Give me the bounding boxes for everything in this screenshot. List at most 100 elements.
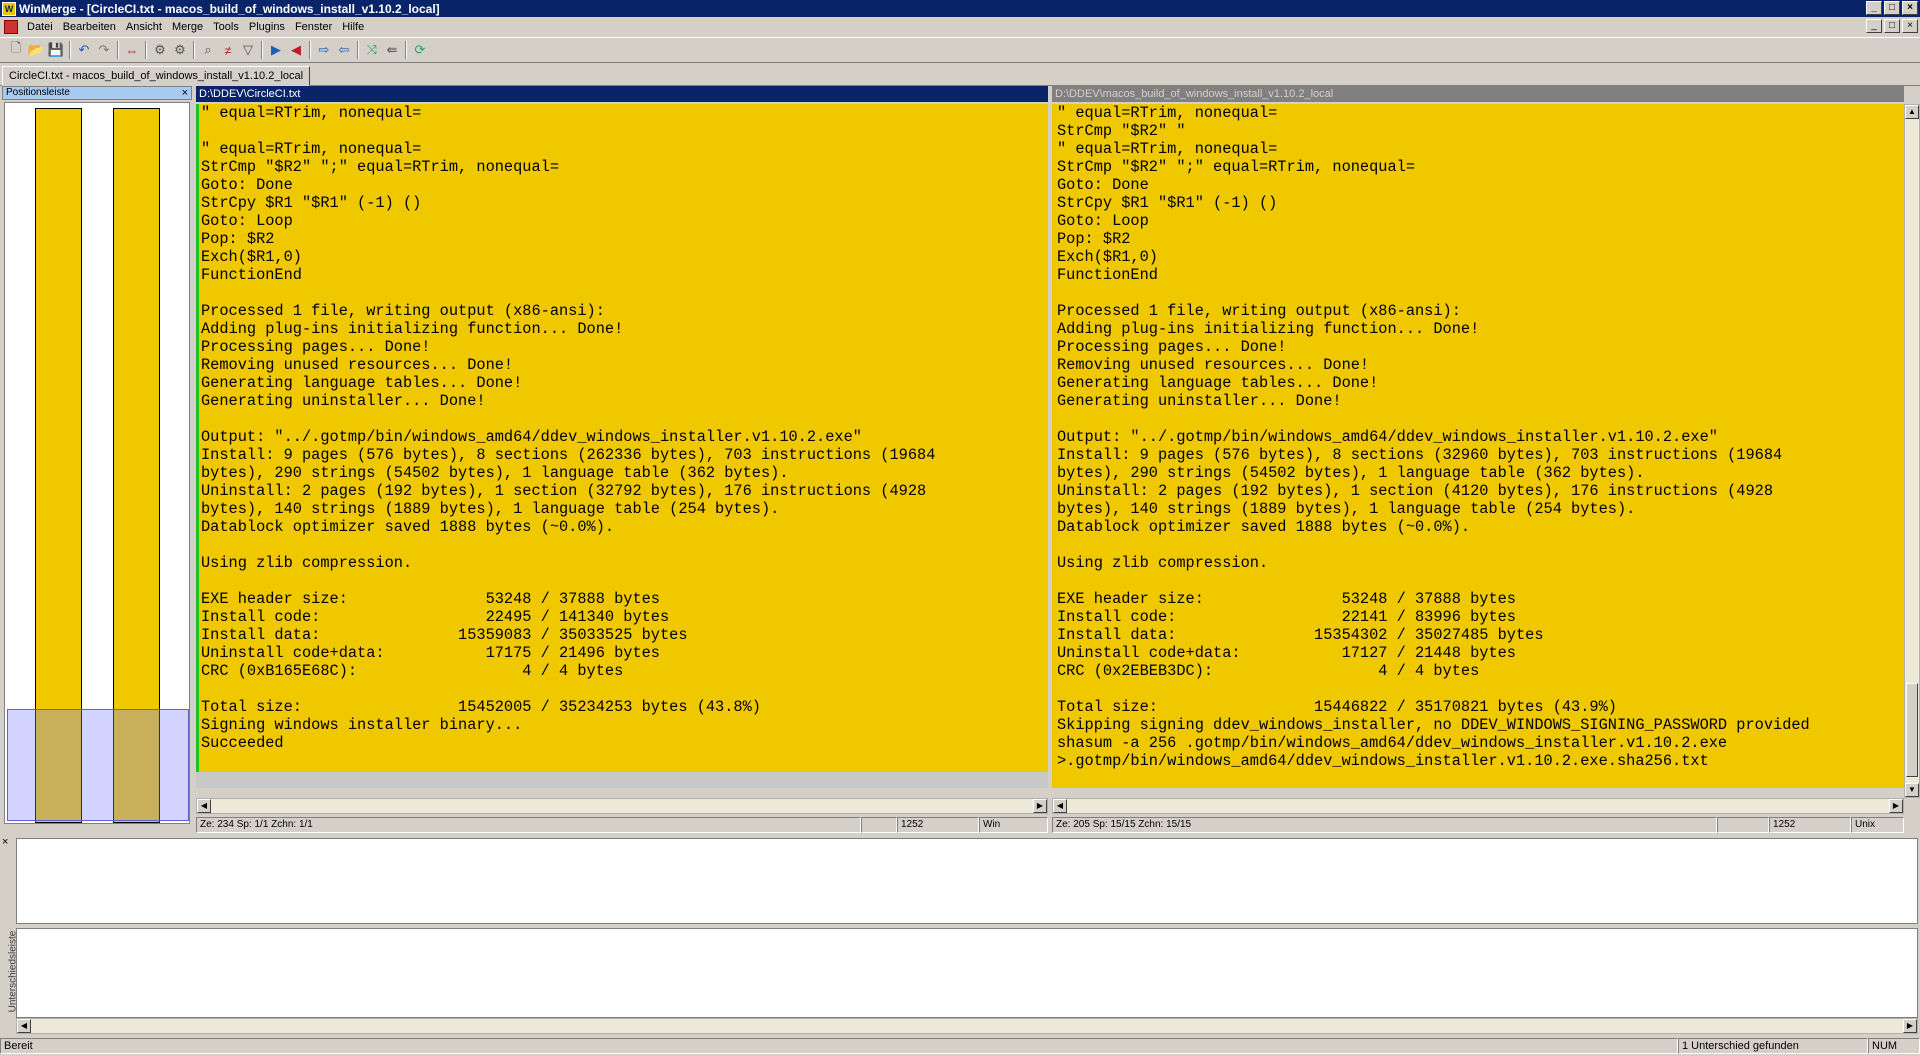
code-line: Install: 9 pages (576 bytes), 8 sections… bbox=[1057, 446, 1783, 464]
menu-plugins[interactable]: Plugins bbox=[244, 21, 290, 33]
code-line: Skipping signing ddev_windows_installer,… bbox=[1057, 716, 1810, 734]
mdi-close-button[interactable]: × bbox=[1902, 19, 1918, 33]
location-bar-area[interactable] bbox=[4, 102, 190, 824]
document-menu-icon[interactable] bbox=[4, 19, 18, 34]
menu-merge[interactable]: Merge bbox=[167, 21, 208, 33]
scroll-left-icon[interactable]: ◀ bbox=[197, 799, 211, 813]
settings-icon[interactable]: ⚙ bbox=[170, 40, 190, 60]
menu-ansicht[interactable]: Ansicht bbox=[121, 21, 167, 33]
diff-pane: × Unterschiedsleiste ◀ ▶ bbox=[0, 836, 1920, 1034]
scroll-down-icon[interactable]: ▼ bbox=[1905, 783, 1919, 797]
code-line: Install data: 15359083 / 35033525 bytes bbox=[201, 626, 688, 644]
code-line: StrCpy $R1 "$R1" (-1) () bbox=[1057, 194, 1278, 212]
code-line: StrCmp "$R2" ";" equal=RTrim, nonequal= bbox=[201, 158, 560, 176]
visible-area-indicator[interactable] bbox=[7, 709, 189, 821]
code-line: Processed 1 file, writing output (x86-an… bbox=[201, 302, 605, 320]
scroll-right-icon[interactable]: ▶ bbox=[1903, 1019, 1917, 1033]
toolbar-separator bbox=[145, 41, 147, 59]
mdi-restore-button[interactable]: □ bbox=[1884, 19, 1900, 33]
code-line: Install code: 22141 / 83996 bytes bbox=[1057, 608, 1516, 626]
refresh-icon[interactable]: ⟳ bbox=[410, 40, 430, 60]
code-line: >.gotmp/bin/windows_amd64/ddev_windows_i… bbox=[1057, 752, 1709, 770]
right-vertical-scrollbar[interactable]: ▲ ▼ bbox=[1904, 104, 1920, 798]
winmerge-app-icon: W bbox=[2, 1, 16, 16]
close-button[interactable]: × bbox=[1902, 1, 1918, 15]
copy-right-icon[interactable]: ⇨ bbox=[314, 40, 334, 60]
code-line: bytes), 290 strings (54502 bytes), 1 lan… bbox=[1057, 464, 1645, 482]
code-line: Goto: Done bbox=[201, 176, 293, 194]
new-icon[interactable]: 🗋 bbox=[6, 40, 26, 60]
open-icon[interactable]: 📂 bbox=[26, 40, 46, 60]
left-eol-type: Win bbox=[979, 817, 1048, 833]
mdi-minimize-button[interactable]: _ bbox=[1866, 19, 1882, 33]
diff-horizontal-scrollbar[interactable]: ◀ ▶ bbox=[16, 1018, 1918, 1034]
right-file-pane[interactable]: " equal=RTrim, nonequal= StrCmp "$R2" " " … bbox=[1052, 104, 1904, 788]
save-icon[interactable]: 💾 bbox=[46, 40, 66, 60]
options-icon[interactable]: ⚙ bbox=[150, 40, 170, 60]
code-line: Uninstall: 2 pages (192 bytes), 1 sectio… bbox=[201, 482, 927, 500]
right-pane-status: Ze: 205 Sp: 15/15 Zchn: 15/15 1252 Unix bbox=[1052, 817, 1904, 833]
right-pane-path: D:\DDEV\macos_build_of_windows_install_v… bbox=[1052, 86, 1904, 102]
copy-left-icon[interactable]: ⇦ bbox=[334, 40, 354, 60]
scroll-thumb[interactable] bbox=[1906, 683, 1918, 777]
scroll-up-icon[interactable]: ▲ bbox=[1905, 105, 1919, 119]
code-line: StrCpy $R1 "$R1" (-1) () bbox=[201, 194, 422, 212]
filter-icon[interactable]: ▽ bbox=[238, 40, 258, 60]
tab-document[interactable]: CircleCI.txt - macos_build_of_windows_in… bbox=[2, 66, 311, 86]
toolbar-separator bbox=[69, 41, 71, 59]
code-line: CRC (0xB165E68C): 4 / 4 bytes bbox=[201, 662, 624, 680]
menu-tools[interactable]: Tools bbox=[208, 21, 244, 33]
code-line: CRC (0x2EBEB3DC): 4 / 4 bytes bbox=[1057, 662, 1480, 680]
code-line: Total size: 15446822 / 35170821 bytes (4… bbox=[1057, 698, 1617, 716]
diff-right-view[interactable] bbox=[16, 928, 1918, 1018]
close-icon[interactable]: × bbox=[182, 87, 188, 99]
scroll-right-icon[interactable]: ▶ bbox=[1889, 799, 1903, 813]
code-line: FunctionEnd bbox=[1057, 266, 1158, 284]
menu-bearbeiten[interactable]: Bearbeiten bbox=[58, 21, 121, 33]
code-line: bytes), 290 strings (54502 bytes), 1 lan… bbox=[201, 464, 789, 482]
toolbar-separator bbox=[261, 41, 263, 59]
minimize-button[interactable]: _ bbox=[1866, 1, 1882, 15]
scroll-left-icon[interactable]: ◀ bbox=[1053, 799, 1067, 813]
left-codepage: 1252 bbox=[897, 817, 979, 833]
code-line: Signing windows installer binary... bbox=[201, 716, 523, 734]
menu-fenster[interactable]: Fenster bbox=[290, 21, 337, 33]
diff-left-view[interactable] bbox=[16, 838, 1918, 924]
right-horizontal-scrollbar[interactable]: ◀ ▶ bbox=[1052, 798, 1904, 814]
code-line: Uninstall: 2 pages (192 bytes), 1 sectio… bbox=[1057, 482, 1774, 500]
left-cursor-position: Ze: 234 Sp: 1/1 Zchn: 1/1 bbox=[196, 817, 861, 833]
menu-hilfe[interactable]: Hilfe bbox=[337, 21, 369, 33]
code-line: shasum -a 256 .gotmp/bin/windows_amd64/d… bbox=[1057, 734, 1728, 752]
code-line: Generating uninstaller... Done! bbox=[1057, 392, 1342, 410]
right-spacer-cell bbox=[1717, 817, 1769, 833]
code-line: StrCmp "$R2" " bbox=[1057, 122, 1186, 140]
undo-icon[interactable]: ↶ bbox=[74, 40, 94, 60]
code-line: Pop: $R2 bbox=[201, 230, 275, 248]
scroll-right-icon[interactable]: ▶ bbox=[1033, 799, 1047, 813]
location-pane-header: Positionsleiste × bbox=[2, 86, 192, 100]
title-bar: W WinMerge - [CircleCI.txt - macos_build… bbox=[0, 0, 1920, 17]
redo-icon[interactable]: ↷ bbox=[94, 40, 114, 60]
next-diff-icon[interactable]: ▶ bbox=[266, 40, 286, 60]
menu-datei[interactable]: Datei bbox=[22, 21, 58, 33]
maximize-button[interactable]: □ bbox=[1884, 1, 1900, 15]
code-line: " equal=RTrim, nonequal= bbox=[1057, 104, 1278, 122]
code-line: Adding plug-ins initializing function...… bbox=[201, 320, 624, 338]
close-icon[interactable]: × bbox=[2, 836, 8, 848]
zoom-icon[interactable]: ⌕ bbox=[198, 40, 218, 60]
code-line: Generating uninstaller... Done! bbox=[201, 392, 486, 410]
diff-icon[interactable]: ≠ bbox=[218, 40, 238, 60]
left-file-pane[interactable]: " equal=RTrim, nonequal= " equal=RTrim, n… bbox=[196, 104, 1048, 788]
code-line: StrCmp "$R2" ";" equal=RTrim, nonequal= bbox=[1057, 158, 1416, 176]
compare-icon[interactable]: ⇔ bbox=[122, 40, 142, 60]
merge-icon[interactable]: ⤨ bbox=[362, 40, 382, 60]
code-line: Pop: $R2 bbox=[1057, 230, 1131, 248]
prev-diff-icon[interactable]: ◀ bbox=[286, 40, 306, 60]
scroll-left-icon[interactable]: ◀ bbox=[17, 1019, 31, 1033]
left-horizontal-scrollbar[interactable]: ◀ ▶ bbox=[196, 798, 1048, 814]
code-line: Install code: 22495 / 141340 bytes bbox=[201, 608, 670, 626]
copy-all-left-icon[interactable]: ⇚ bbox=[382, 40, 402, 60]
